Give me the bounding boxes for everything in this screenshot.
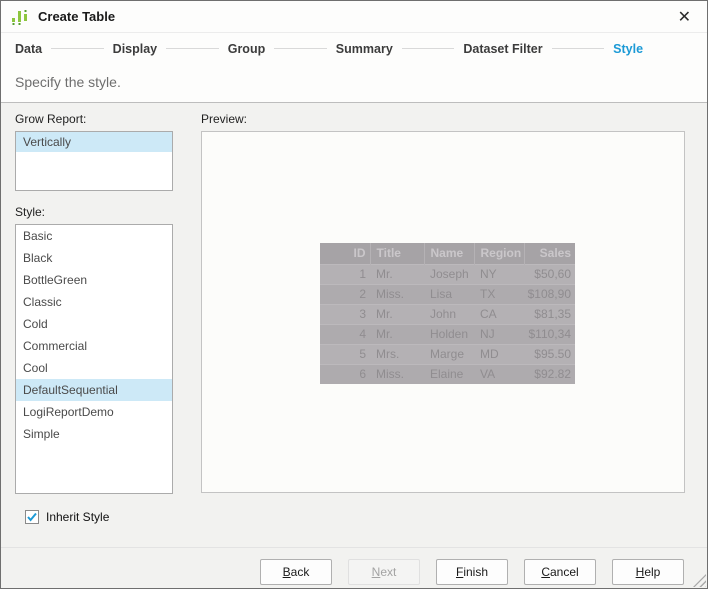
step-display[interactable]: Display [113,42,157,56]
grow-report-listbox[interactable]: Vertically [15,131,173,191]
chart-bars-icon [11,7,30,26]
style-option-basic[interactable]: Basic [16,225,172,247]
preview-col-sales: Sales [523,243,575,264]
preview-cell: Lisa [424,284,474,304]
preview-cell: 1 [320,264,370,284]
preview-cell: 2 [320,284,370,304]
title-bar: Create Table ✕ [1,1,707,33]
preview-panel: ID Title Name Region Sales 1 Mr. Joseph NY $50,6… [201,131,685,493]
preview-cell: Mr. [370,264,424,284]
cancel-button[interactable]: Cancel [524,559,596,585]
style-option-cold[interactable]: Cold [16,313,172,335]
preview-cell: Miss. [370,284,424,304]
finish-button[interactable]: Finish [436,559,508,585]
wizard-step-nav: Data Display Group Summary Dataset Filter Sty… [1,33,707,64]
grow-report-label: Grow Report: [15,112,87,126]
preview-col-id: ID [320,243,370,264]
step-connector [401,48,455,49]
step-dataset-filter[interactable]: Dataset Filter [463,42,542,56]
preview-cell: Elaine [424,364,474,384]
step-connector [166,48,219,49]
style-option-bottlegreen[interactable]: BottleGreen [16,269,172,291]
step-description: Specify the style. [1,64,707,103]
preview-cell: 4 [320,324,370,344]
step-style[interactable]: Style [613,42,643,56]
preview-cell: 3 [320,304,370,324]
preview-cell: MD [474,344,524,364]
preview-cell: NJ [474,324,524,344]
step-data[interactable]: Data [15,42,42,56]
help-button[interactable]: Help [612,559,684,585]
preview-cell: $110,34 [524,324,575,344]
preview-label: Preview: [201,112,248,126]
preview-cell: $81,35 [524,304,575,324]
preview-cell: John [424,304,474,324]
inherit-style-checkbox[interactable]: Inherit Style [25,510,173,524]
style-option-simple[interactable]: Simple [16,423,172,445]
preview-cell: TX [474,284,524,304]
style-option-classic[interactable]: Classic [16,291,172,313]
step-group[interactable]: Group [228,42,266,56]
dialog-body: Grow Report: Vertically Style: Basic Blac… [1,103,707,547]
step-summary[interactable]: Summary [336,42,393,56]
preview-cell: 5 [320,344,370,364]
left-panel: Grow Report: Vertically Style: Basic Blac… [15,112,173,547]
preview-cell: $50,60 [524,264,575,284]
preview-table: ID Title Name Region Sales 1 Mr. Joseph NY $50,6… [320,243,575,384]
inherit-style-label: Inherit Style [46,510,110,524]
preview-col-title: Title [369,243,424,264]
back-button[interactable]: Back [260,559,332,585]
preview-cell: VA [474,364,524,384]
style-label: Style: [15,205,46,219]
preview-table-row: 3 Mr. John CA $81,35 [320,304,575,324]
dialog-title: Create Table [38,9,116,24]
preview-table-row: 2 Miss. Lisa TX $108,90 [320,284,575,304]
close-icon[interactable]: ✕ [674,7,695,27]
preview-table-row: 6 Miss. Elaine VA $92.82 [320,364,575,384]
style-option-cool[interactable]: Cool [16,357,172,379]
preview-table-row: 1 Mr. Joseph NY $50,60 [320,264,575,284]
preview-cell: Marge [424,344,474,364]
checkbox-check-icon [25,510,39,524]
preview-cell: $92.82 [524,364,575,384]
right-panel: Preview: ID Title Name Region Sales 1 Mr. Jose… [201,112,685,547]
preview-cell: Miss. [370,364,424,384]
preview-table-header-row: ID Title Name Region Sales [320,243,575,264]
preview-cell: Holden [424,324,474,344]
preview-cell: $108,90 [524,284,575,304]
style-option-defaultsequential[interactable]: DefaultSequential [16,379,172,401]
preview-cell: Mr. [370,304,424,324]
preview-col-region: Region [473,243,524,264]
preview-cell: 6 [320,364,370,384]
preview-table-row: 5 Mrs. Marge MD $95.50 [320,344,575,364]
step-connector [274,48,327,49]
preview-col-name: Name [423,243,474,264]
preview-cell: NY [474,264,524,284]
footer-button-bar: Back Next Finish Cancel Help [1,547,707,588]
step-connector [551,48,605,49]
create-table-dialog: Create Table ✕ Data Display Group Summary Da… [0,0,708,589]
style-option-commercial[interactable]: Commercial [16,335,172,357]
style-option-logireportdemo[interactable]: LogiReportDemo [16,401,172,423]
preview-cell: Joseph [424,264,474,284]
preview-table-row: 4 Mr. Holden NJ $110,34 [320,324,575,344]
preview-cell: Mr. [370,324,424,344]
style-listbox[interactable]: Basic Black BottleGreen Classic Cold Commerci… [15,224,173,494]
preview-cell: CA [474,304,524,324]
preview-cell: Mrs. [370,344,424,364]
step-connector [51,48,104,49]
preview-cell: $95.50 [524,344,575,364]
grow-report-option-vertically[interactable]: Vertically [16,132,172,152]
style-option-black[interactable]: Black [16,247,172,269]
next-button: Next [348,559,420,585]
